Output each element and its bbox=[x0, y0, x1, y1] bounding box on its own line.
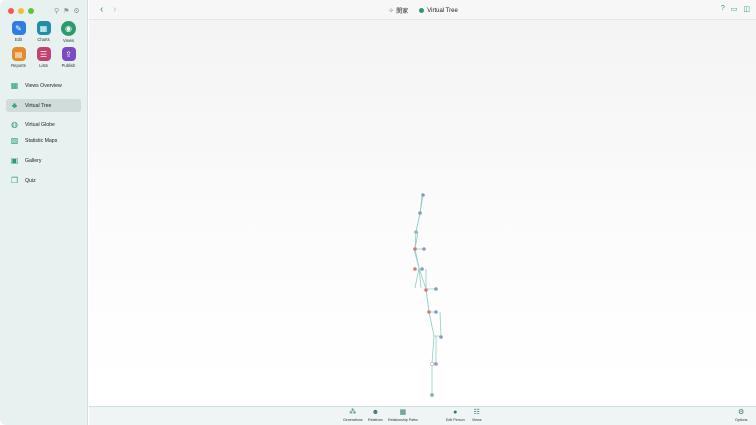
sidebar-item-virtual-globe[interactable]: ◍ Virtual Globe bbox=[6, 118, 81, 131]
person-node[interactable] bbox=[427, 310, 431, 314]
person-node[interactable] bbox=[420, 267, 424, 271]
app-edit[interactable]: ✎ Edit bbox=[8, 21, 29, 43]
bottom-item-label: Relationship Paths bbox=[388, 418, 418, 422]
sidebar-nav: ▦ Views Overview ♣ Virtual Tree ◍ Virtua… bbox=[6, 79, 81, 187]
app-label: Edit bbox=[14, 37, 23, 42]
views-icon: ☷ bbox=[473, 409, 480, 416]
generations-icon: ⁂ bbox=[349, 409, 357, 416]
person-node[interactable] bbox=[422, 247, 426, 251]
app-label: Publish bbox=[61, 63, 76, 68]
app-label: Reports bbox=[11, 63, 26, 68]
toolbar-right: ? ▭ ◫ bbox=[721, 5, 750, 13]
bottom-item-label: Views bbox=[472, 418, 482, 422]
sidebar-item-views-overview[interactable]: ▦ Views Overview bbox=[6, 79, 81, 92]
person-node[interactable] bbox=[413, 267, 417, 271]
reports-icon: ▤ bbox=[11, 47, 26, 61]
window-controls bbox=[8, 8, 34, 14]
grid-icon: ▦ bbox=[10, 80, 19, 90]
person-node[interactable] bbox=[434, 287, 438, 291]
sidebar-tools: ⚲ ⚑ ⚙ bbox=[54, 7, 80, 15]
share-icon[interactable]: ⚙ bbox=[73, 7, 79, 15]
person-node[interactable] bbox=[424, 288, 428, 292]
person-node[interactable] bbox=[414, 230, 418, 234]
person-node[interactable] bbox=[434, 362, 438, 366]
pin-icon[interactable]: ⚲ bbox=[54, 7, 59, 15]
tree-icon bbox=[419, 8, 425, 13]
bookmark-icon[interactable]: ⚑ bbox=[63, 7, 69, 15]
help-icon[interactable]: ? bbox=[721, 5, 725, 13]
gallery-icon: ▣ bbox=[10, 155, 19, 165]
window-title: ✣ 閔家 Virtual Tree bbox=[389, 6, 458, 16]
app-lists[interactable]: ☰ Lists bbox=[33, 47, 54, 68]
app-label: Lists bbox=[39, 63, 48, 68]
quiz-icon: ❐ bbox=[10, 175, 19, 185]
sidebar-item-statistic-maps[interactable]: ▨ Statistic Maps bbox=[6, 134, 81, 147]
generations-button[interactable]: ⁂ Generations bbox=[343, 409, 363, 422]
eye-icon: ◉ bbox=[61, 21, 76, 36]
relationship-paths-icon: ▦ bbox=[399, 409, 407, 416]
app-publish[interactable]: ⇪ Publish bbox=[58, 47, 79, 68]
globe-icon: ◍ bbox=[11, 119, 18, 129]
sidebar-item-quiz[interactable]: ❐ Quiz bbox=[6, 174, 81, 187]
person-node[interactable] bbox=[439, 335, 443, 339]
back-button[interactable]: ‹ bbox=[100, 4, 103, 16]
bottom-item-label: Generations bbox=[343, 418, 363, 422]
person-node[interactable] bbox=[418, 211, 422, 215]
sidebar-item-label: Views Overview bbox=[25, 82, 62, 89]
app-label: Views bbox=[62, 38, 75, 43]
options-icon: ⚙ bbox=[738, 409, 745, 416]
person-node[interactable] bbox=[434, 310, 438, 314]
page-title: Virtual Tree bbox=[427, 7, 458, 14]
pencil-icon: ✎ bbox=[11, 21, 26, 35]
app-charts[interactable]: ▦ Charts bbox=[33, 21, 54, 43]
breadcrumb[interactable]: 閔家 bbox=[396, 6, 408, 15]
sidebar-item-label: Virtual Tree bbox=[25, 102, 52, 109]
tree-icon: ♣ bbox=[11, 100, 18, 110]
sidebar: ⚲ ⚑ ⚙ ✎ Edit ▦ Charts ◉ Views ▤ Reports … bbox=[0, 0, 88, 425]
relationship-paths-button[interactable]: ▦ Relationship Paths bbox=[388, 409, 418, 422]
views-button[interactable]: ☷ Views bbox=[472, 409, 482, 422]
edit-person-button[interactable]: ● Edit Person bbox=[446, 409, 465, 422]
sidebar-item-label: Gallery bbox=[25, 157, 42, 164]
relatives-icon: ☻ bbox=[371, 409, 380, 416]
options-button[interactable]: ⚙ Options bbox=[735, 409, 747, 422]
edit-person-icon: ● bbox=[453, 409, 458, 416]
relatives-button[interactable]: ☻ Relatives bbox=[368, 409, 383, 422]
person-node[interactable] bbox=[429, 361, 435, 367]
publish-icon: ⇪ bbox=[61, 47, 76, 61]
person-node[interactable] bbox=[430, 393, 434, 397]
person-node[interactable] bbox=[413, 247, 417, 251]
lists-icon: ☰ bbox=[36, 47, 51, 61]
main-area: ‹ › ✣ 閔家 Virtual Tree ? ▭ ◫ ⁂ Generation… bbox=[89, 0, 756, 425]
bottom-toolbar: ⁂ Generations ☻ Relatives ▦ Relationship… bbox=[89, 406, 756, 425]
app-label: Charts bbox=[37, 37, 50, 42]
folder-icon[interactable]: ▭ bbox=[731, 5, 738, 13]
virtual-tree-canvas[interactable] bbox=[89, 20, 756, 406]
minimize-window-button[interactable] bbox=[18, 8, 24, 14]
app-grid: ✎ Edit ▦ Charts ◉ Views ▤ Reports ☰ List… bbox=[8, 21, 79, 68]
toolbar: ‹ › ✣ 閔家 Virtual Tree ? ▭ ◫ bbox=[89, 0, 756, 20]
forward-button[interactable]: › bbox=[113, 4, 116, 16]
sidebar-item-label: Quiz bbox=[25, 177, 36, 184]
bottom-item-label: Relatives bbox=[368, 418, 383, 422]
app-views[interactable]: ◉ Views bbox=[58, 21, 79, 43]
sidebar-toggle-icon[interactable]: ◫ bbox=[743, 5, 750, 13]
bottom-item-label: Edit Person bbox=[446, 418, 465, 422]
bottom-item-label: Options bbox=[735, 418, 748, 422]
sidebar-item-gallery[interactable]: ▣ Gallery bbox=[6, 154, 81, 167]
map-icon: ▨ bbox=[10, 135, 19, 145]
close-window-button[interactable] bbox=[8, 8, 14, 14]
sidebar-item-label: Virtual Globe bbox=[25, 121, 55, 128]
family-icon: ✣ bbox=[389, 7, 394, 14]
person-node[interactable] bbox=[421, 193, 425, 197]
sidebar-item-virtual-tree[interactable]: ♣ Virtual Tree bbox=[6, 99, 81, 112]
app-reports[interactable]: ▤ Reports bbox=[8, 47, 29, 68]
charts-icon: ▦ bbox=[36, 21, 51, 35]
sidebar-item-label: Statistic Maps bbox=[25, 137, 58, 144]
zoom-window-button[interactable] bbox=[28, 8, 34, 14]
